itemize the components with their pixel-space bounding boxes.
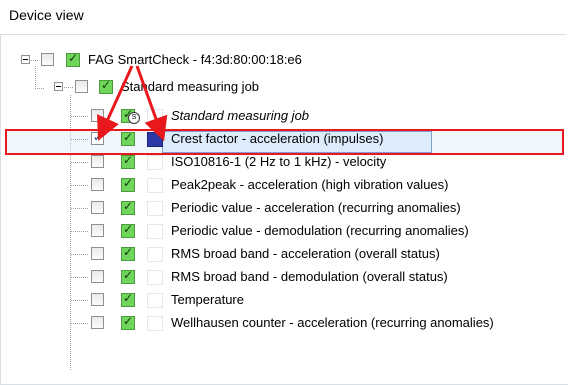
annotation-arrow-left [97,65,134,141]
annotation-arrows [97,65,168,142]
annotation-arrow-right [135,65,168,142]
